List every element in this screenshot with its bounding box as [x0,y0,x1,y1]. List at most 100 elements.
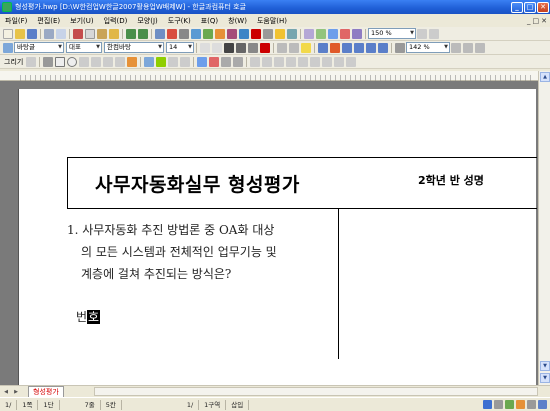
copy-icon[interactable] [85,28,95,39]
keyboard-icon[interactable] [494,400,503,409]
page-number-icon[interactable] [340,28,350,39]
underline-icon[interactable] [248,42,258,53]
line-icon[interactable] [43,56,54,67]
hwp-app-icon[interactable] [2,2,12,12]
line-spacing-down-icon[interactable] [463,42,473,53]
group-icon[interactable] [168,56,179,67]
menu-edit[interactable]: 편집(E) [32,16,65,26]
columns-icon[interactable] [316,28,326,39]
cut-icon[interactable] [73,28,83,39]
page-down-icon[interactable]: ▼ [540,373,550,383]
align-objects-icon[interactable] [310,56,321,67]
maximize-button[interactable]: □ [524,1,536,13]
horizontal-ruler[interactable] [0,71,538,81]
highlight-icon[interactable] [301,42,311,53]
vertical-scrollbar[interactable]: ▲ ▼ ▼ [538,71,550,385]
bring-front-icon[interactable] [250,56,261,67]
menu-insert[interactable]: 입력(D) [99,16,133,26]
distribute-icon[interactable] [366,42,376,53]
footnote-icon[interactable] [263,28,273,39]
superscript-icon[interactable] [277,42,287,53]
doc-close-button[interactable]: ✕ [541,17,547,25]
menu-tools[interactable]: 도구(K) [163,16,196,26]
hyperlink-icon[interactable] [287,28,297,39]
clipart-icon[interactable] [156,56,167,67]
ellipse-icon[interactable] [67,56,78,67]
font-size-down-icon[interactable] [212,42,222,53]
menu-file[interactable]: 파일(F) [0,16,32,26]
arc-icon[interactable] [79,56,90,67]
memo-status-icon[interactable] [516,400,525,409]
divide-icon[interactable] [378,42,388,53]
font-select[interactable]: 한컴바탕 ▼ [104,42,164,53]
arrow-style-icon[interactable] [233,56,244,67]
horizontal-scrollbar[interactable] [93,387,538,396]
distribute-objects-icon[interactable] [322,56,333,67]
style-select[interactable]: 바탕글 ▼ [14,42,64,53]
line-spacing-icon[interactable] [395,42,405,53]
fill-color-icon[interactable] [197,56,208,67]
redo-icon[interactable] [138,28,148,39]
doc-restore-button[interactable]: □ [533,17,540,25]
paste-icon[interactable] [97,28,107,39]
align-justify-icon[interactable] [318,42,328,53]
font-language-select[interactable]: 대표 ▼ [66,42,102,53]
menu-window[interactable]: 창(W) [223,16,252,26]
print-icon[interactable] [44,28,54,39]
chart-icon[interactable] [203,28,213,39]
print-preview-icon[interactable] [56,28,66,39]
ungroup-icon[interactable] [180,56,191,67]
undo-icon[interactable] [126,28,136,39]
shape-icon[interactable] [144,56,155,67]
format-painter-icon[interactable] [109,28,119,39]
table-icon[interactable] [191,28,201,39]
line-spacing-select[interactable]: 142 % ▼ [406,42,450,53]
menu-table[interactable]: 표(Q) [196,16,223,26]
rectangle-icon[interactable] [55,56,66,67]
status-insert-mode[interactable]: 삽입 [226,399,250,410]
new-document-icon[interactable] [3,28,13,39]
flip-horizontal-icon[interactable] [286,56,297,67]
select-arrow-icon[interactable] [26,56,37,67]
open-folder-icon[interactable] [15,28,25,39]
flip-vertical-icon[interactable] [298,56,309,67]
3d-icon[interactable] [346,56,357,67]
tab-next-icon[interactable]: ▶ [12,388,20,396]
italic-icon[interactable] [236,42,246,53]
scroll-up-icon[interactable]: ▲ [540,72,550,82]
picture-icon[interactable] [215,28,225,39]
textbox-icon[interactable] [239,28,249,39]
tab-document[interactable]: 형성평가 [28,386,64,397]
send-back-icon[interactable] [262,56,273,67]
zoom-select[interactable]: 150 % ▼ [368,28,416,39]
document-page[interactable]: 사무자동화실무 형성평가 2학년 반 성명 1. 사무자동화 추진 방법론 중 … [18,89,537,389]
page-setup-icon[interactable] [304,28,314,39]
question-1[interactable]: 1. 사무자동화 추진 방법론 중 OA화 대상 의 모든 시스템과 전체적인 … [67,219,347,285]
font-size-up-icon[interactable] [200,42,210,53]
style-list-icon[interactable] [3,42,13,53]
shadow-icon[interactable] [334,56,345,67]
tab-prev-icon[interactable]: ◀ [2,388,10,396]
header-footer-icon[interactable] [328,28,338,39]
bold-icon[interactable] [224,42,234,53]
subscript-icon[interactable] [289,42,299,53]
minimize-button[interactable]: _ [511,1,523,13]
freehand-icon[interactable] [115,56,126,67]
zoom-status-icon[interactable] [538,400,547,409]
align-center-icon[interactable] [354,42,364,53]
font-color-icon[interactable] [260,42,270,53]
align-right-icon[interactable] [342,42,352,53]
curve-icon[interactable] [103,56,114,67]
rotate-icon[interactable] [274,56,285,67]
full-page-icon[interactable] [417,28,427,39]
line-color-icon[interactable] [209,56,220,67]
menu-view[interactable]: 보기(U) [65,16,98,26]
equation-icon[interactable] [251,28,261,39]
spell-check-icon[interactable] [167,28,177,39]
menu-help[interactable]: 도움말(H) [252,16,292,26]
scroll-down-icon[interactable]: ▼ [540,361,550,371]
textart-icon[interactable] [127,56,138,67]
memo-icon[interactable] [275,28,285,39]
doc-minimize-button[interactable]: _ [527,17,531,25]
menu-format[interactable]: 모양(J) [132,16,162,26]
